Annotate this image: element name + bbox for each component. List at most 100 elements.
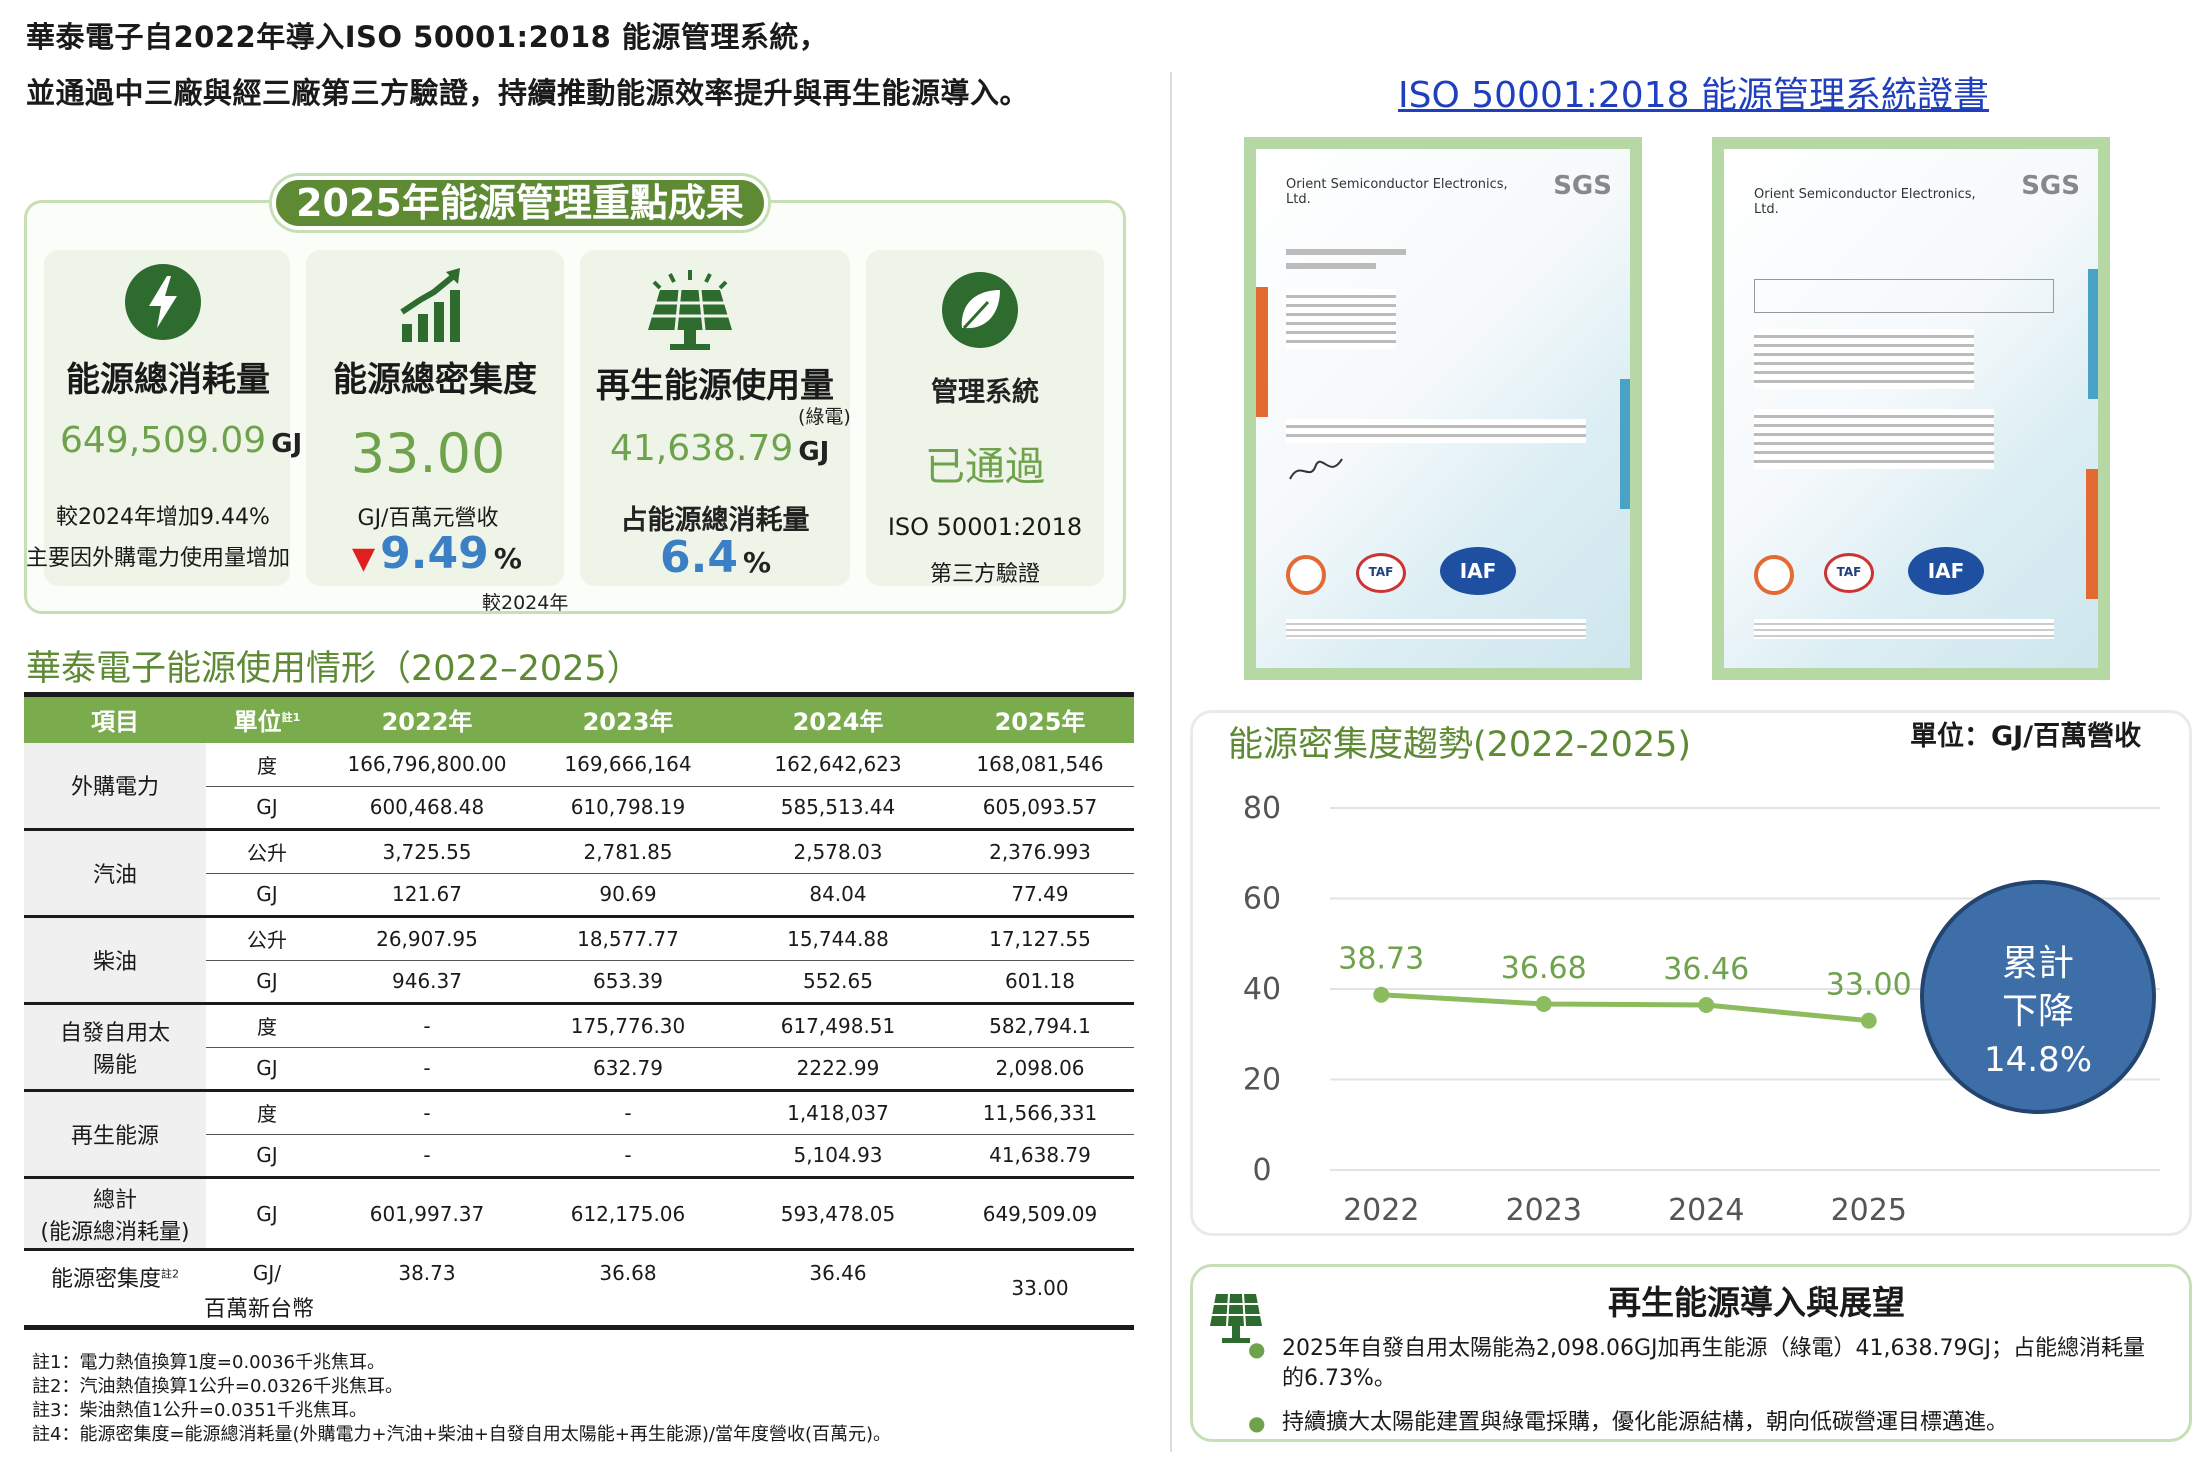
card-2-change: 9.49: [380, 528, 489, 579]
taf-logo-icon: TAF: [1824, 553, 1874, 593]
cell-unit: GJ/百萬新台幣: [204, 1249, 328, 1330]
series-line: [1381, 992, 1869, 1024]
cell-unit: GJ: [206, 786, 328, 831]
cert-seal-icon: [1754, 555, 1794, 595]
y-tick-label: 80: [1243, 791, 1281, 826]
card-1-unit: GJ: [271, 429, 303, 459]
cell: 121.67: [328, 873, 526, 918]
note-3: 註3：柴油熱值1公升=0.0351千兆焦耳。: [32, 1400, 367, 1421]
cell: 175,776.30: [526, 1003, 730, 1048]
renewable-title: 再生能源導入與展望: [1608, 1283, 1905, 1322]
cell: 166,796,800.00: [328, 742, 526, 787]
card-4-verify: 第三方驗證: [929, 562, 1040, 587]
cell: 653.39: [526, 960, 730, 1005]
card-3-value: 41,638.79: [610, 428, 794, 469]
cell: 2,376.993: [946, 829, 1134, 874]
row-item-electricity: 外購電力: [24, 742, 206, 831]
cell: 552.65: [730, 960, 946, 1005]
cell: 593,478.05: [730, 1177, 946, 1251]
cell: 15,744.88: [730, 916, 946, 961]
card-2-title: 能源總密集度: [333, 360, 537, 400]
row-item-solar: 自發自用太陽能: [24, 1003, 206, 1092]
cell: -: [328, 1090, 526, 1135]
cell: 2,098.06: [946, 1047, 1134, 1092]
cert-1-orange-band: [1256, 287, 1268, 417]
cell: 610,798.19: [526, 786, 730, 831]
certificate-2[interactable]: Orient Semiconductor Electronics, Ltd. S…: [1712, 137, 2110, 680]
header-item: 項目: [24, 692, 206, 743]
header-2025: 2025年: [946, 692, 1134, 743]
intro-line-1: 華泰電子自2022年導入ISO 50001:2018 能源管理系統，: [26, 20, 829, 54]
cell: 169,666,164: [526, 742, 730, 787]
cell: 84.04: [730, 873, 946, 918]
cell: -: [328, 1134, 526, 1179]
row-item-diesel: 柴油: [24, 916, 206, 1005]
bar-chart-growth-icon: [400, 268, 460, 342]
header-2022: 2022年: [328, 692, 526, 743]
cell: 632.79: [526, 1047, 730, 1092]
cell: 38.73: [328, 1249, 526, 1330]
note-1: 註1：電力熱值換算1度=0.0036千兆焦耳。: [32, 1352, 385, 1373]
cell: 612,175.06: [526, 1177, 730, 1251]
table-row: 自發自用太陽能 度 - 175,776.30 617,498.51 582,79…: [24, 1003, 1134, 1092]
row-item-intensity: 能源密集度註2: [24, 1249, 206, 1330]
cert-2-blue-band: [2088, 269, 2098, 399]
certificate-1[interactable]: Orient Semiconductor Electronics, Ltd. S…: [1244, 137, 1642, 680]
row-item-total: 總計 (能源總消耗量): [24, 1177, 206, 1251]
table-row: 再生能源 度 - - 1,418,037 11,566,331: [24, 1090, 1134, 1179]
cell: 605,093.57: [946, 786, 1134, 831]
cell: 600,468.48: [328, 786, 526, 831]
card-1-title: 能源總消耗量: [66, 360, 270, 400]
header-2023: 2023年: [526, 692, 730, 743]
callout-line-2: 下降: [2001, 991, 2074, 1032]
data-label: 36.46: [1663, 952, 1749, 987]
card-1-change: 較2024年增加9.44%: [56, 505, 270, 530]
down-arrow-icon: ▼: [352, 541, 376, 576]
cell-unit: GJ: [206, 960, 328, 1005]
data-label: 33.00: [1826, 968, 1912, 1003]
cell: 946.37: [328, 960, 526, 1005]
solar-panel-icon: [648, 270, 732, 350]
iaf-logo-icon: IAF: [1908, 547, 1984, 595]
cell: -: [526, 1090, 730, 1135]
card-3-share: 6.4: [660, 532, 738, 583]
cell: 162,642,623: [730, 742, 946, 787]
data-point: [1698, 997, 1715, 1014]
note-4: 註4：能源密集度=能源總消耗量(外購電力+汽油+柴油+自發自用太陽能+再生能源)…: [32, 1424, 892, 1445]
cell: -: [328, 1003, 526, 1048]
card-3-pct: %: [743, 546, 772, 579]
data-point: [1373, 986, 1390, 1003]
cell: 36.46: [730, 1249, 946, 1330]
intro-line-2: 並通過中三廠與經三廠第三方驗證，持續推動能源效率提升與再生能源導入。: [26, 76, 1030, 110]
card-4-title: 管理系統: [931, 377, 1039, 408]
cell: 585,513.44: [730, 786, 946, 831]
certificate-link[interactable]: ISO 50001:2018 能源管理系統證書: [1398, 66, 1989, 118]
cell-unit: 度: [206, 1003, 328, 1048]
cell-unit: GJ: [206, 873, 328, 918]
cell: 17,127.55: [946, 916, 1134, 961]
cert-1-company: Orient Semiconductor Electronics, Ltd.: [1286, 177, 1508, 207]
table-header-row: 項目 單位註1 2022年 2023年 2024年 2025年: [24, 692, 1134, 743]
cert-seal-icon: [1286, 555, 1326, 595]
y-tick-label: 20: [1243, 1063, 1281, 1098]
signature-icon: [1289, 458, 1343, 480]
cert-2-orange-band: [2086, 469, 2098, 599]
card-3-title: 再生能源使用量: [596, 366, 834, 406]
card-2-pct: %: [493, 542, 522, 575]
cell: 1,418,037: [730, 1090, 946, 1135]
card-1-value: 649,509.09: [60, 420, 267, 461]
cell: 168,081,546: [946, 742, 1134, 787]
card-3-unit: GJ: [798, 437, 830, 467]
cell: 26,907.95: [328, 916, 526, 961]
callout-line-3: 14.8%: [1983, 1040, 2092, 1080]
cell: 617,498.51: [730, 1003, 946, 1048]
iaf-logo-icon: IAF: [1440, 547, 1516, 595]
cell-unit: GJ: [206, 1134, 328, 1179]
data-label: 38.73: [1338, 942, 1424, 977]
row-item-renewable: 再生能源: [24, 1090, 206, 1179]
y-tick-label: 40: [1243, 972, 1281, 1007]
card-2-value: 33.00: [350, 422, 506, 485]
energy-usage-table: 項目 單位註1 2022年 2023年 2024年 2025年 外購電力 度 1…: [24, 692, 1134, 1330]
cell-unit: GJ: [206, 1177, 328, 1251]
data-point: [1860, 1012, 1877, 1029]
